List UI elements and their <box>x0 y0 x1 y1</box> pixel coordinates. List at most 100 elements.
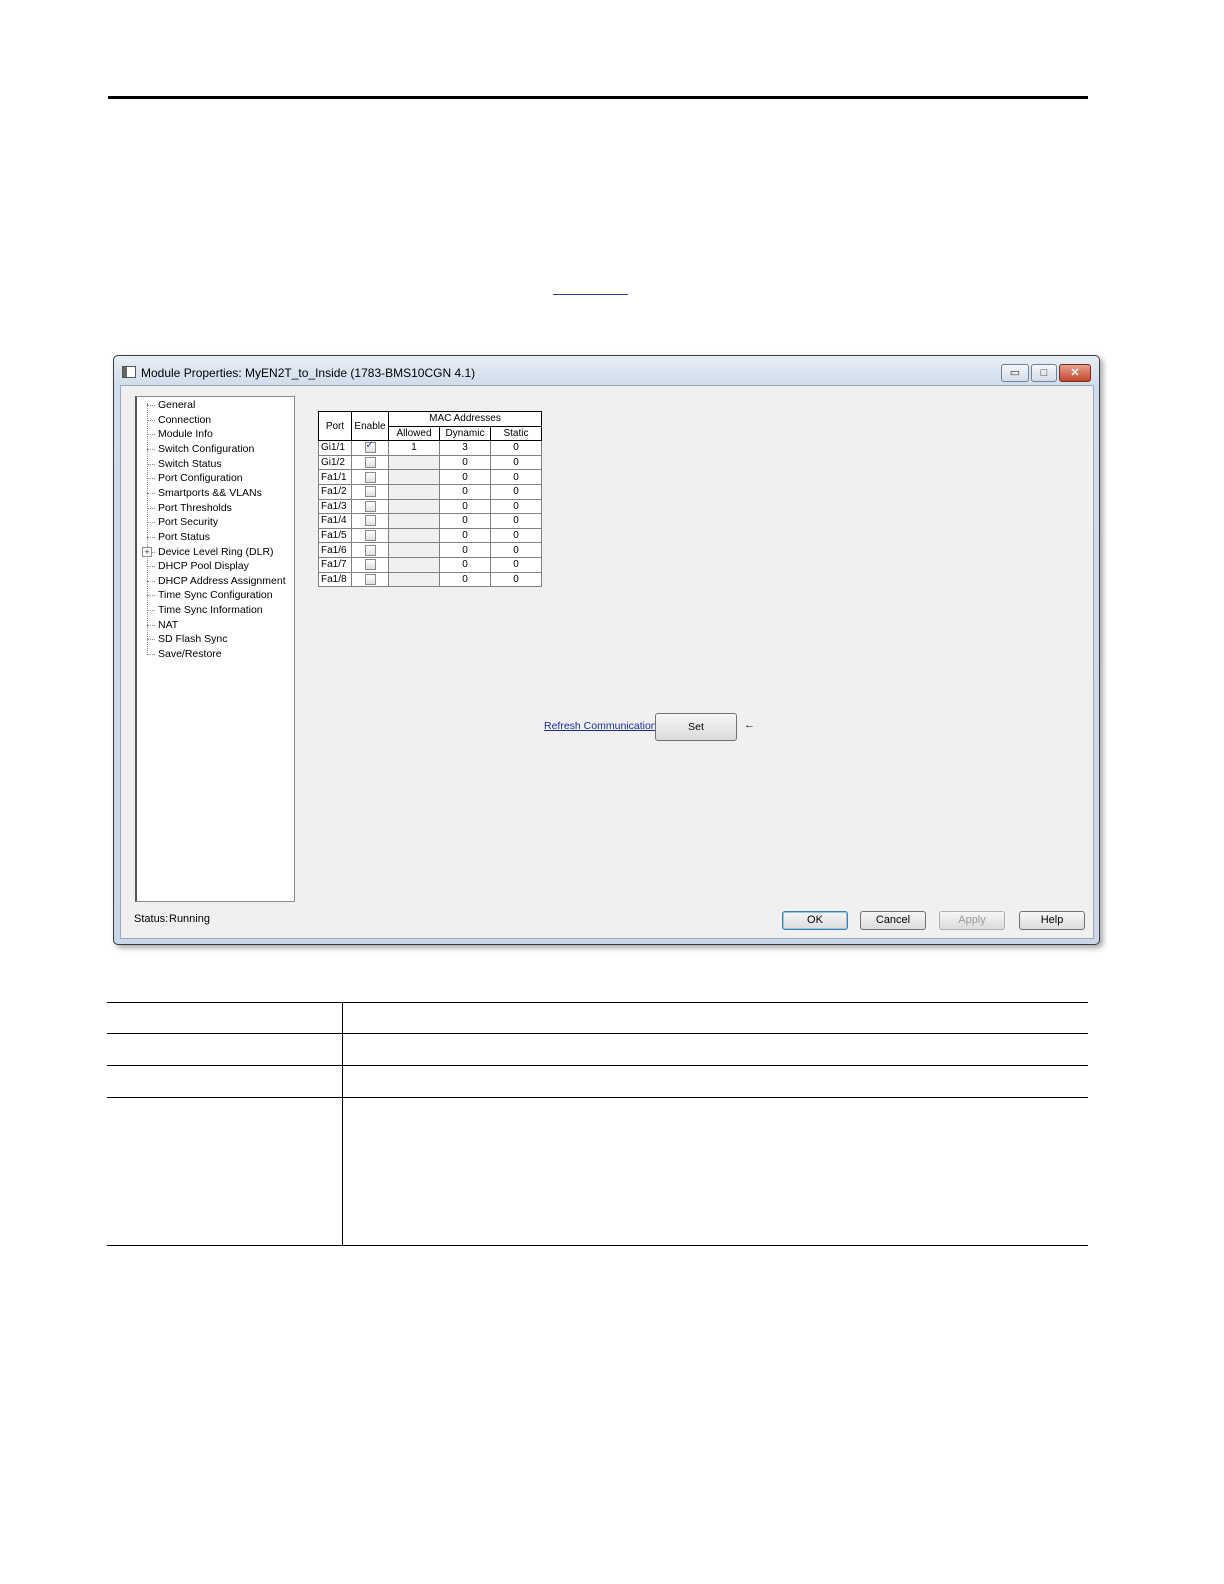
tree-item-label: SD Flash Sync <box>158 633 228 646</box>
cancel-button[interactable]: Cancel <box>860 911 926 930</box>
dynamic-cell: 0 <box>439 542 491 558</box>
allowed-cell[interactable] <box>388 498 440 515</box>
enable-checkbox[interactable] <box>364 573 376 585</box>
static-cell: 0 <box>490 483 542 500</box>
port-cell: Fa1/8 <box>318 571 352 588</box>
static-cell: 0 <box>490 556 542 573</box>
tree-connector <box>147 419 155 421</box>
close-button[interactable]: ✕ <box>1059 364 1091 382</box>
port-cell: Fa1/1 <box>318 469 352 485</box>
enable-cell <box>351 527 389 544</box>
enable-checkbox[interactable] <box>364 500 376 512</box>
enable-cell <box>351 556 389 573</box>
table-row: Gi1/2 0 0 <box>318 454 542 471</box>
table-rule <box>107 1033 1088 1034</box>
enable-checkbox[interactable] <box>364 457 376 468</box>
table-row: Fa1/1 0 0 <box>318 469 542 485</box>
title-bar[interactable]: Module Properties: MyEN2T_to_Inside (178… <box>114 356 1099 386</box>
static-cell: 0 <box>490 454 542 471</box>
allowed-cell[interactable]: 1 <box>388 440 440 456</box>
tree-item-label: Module Info <box>158 428 213 441</box>
allowed-cell[interactable] <box>388 556 440 573</box>
enable-cell <box>351 571 389 588</box>
tree-item[interactable]: + Device Level Ring (DLR) <box>137 545 292 559</box>
dynamic-cell: 3 <box>439 440 491 456</box>
table-row: Fa1/2 0 0 <box>318 483 542 500</box>
allowed-cell[interactable] <box>388 454 440 471</box>
table-rule <box>107 1097 1088 1098</box>
refresh-communication-link[interactable]: Refresh Communication <box>544 720 657 732</box>
allowed-cell[interactable] <box>388 571 440 588</box>
tree-connector <box>147 580 155 582</box>
port-security-table: Port Enable MAC Addresses Allowed Dynami… <box>318 410 542 588</box>
minimize-button[interactable]: ▭ <box>1001 364 1029 382</box>
port-cell: Fa1/7 <box>318 556 352 573</box>
tree-connector <box>147 478 155 480</box>
enable-checkbox[interactable] <box>364 486 376 498</box>
dynamic-column-header: Dynamic <box>439 425 491 442</box>
port-cell: Gi1/1 <box>318 440 352 456</box>
tree-item[interactable]: Connection <box>137 413 292 427</box>
tree-item-label: DHCP Address Assignment <box>158 574 286 587</box>
dynamic-cell: 0 <box>439 571 491 588</box>
help-button[interactable]: Help <box>1019 911 1085 930</box>
tree-item[interactable]: Switch Configuration <box>137 442 292 456</box>
status-value: Running <box>169 913 210 925</box>
allowed-cell[interactable] <box>388 542 440 558</box>
tree-item[interactable]: Port Configuration <box>137 471 292 485</box>
tree-item-label: Connection <box>158 413 212 426</box>
module-properties-window: Module Properties: MyEN2T_to_Inside (178… <box>113 355 1100 945</box>
tree-item[interactable]: NAT <box>137 618 292 632</box>
table-rule-top <box>107 1002 1088 1003</box>
tree-item[interactable]: Time Sync Configuration <box>137 588 292 602</box>
tree-item[interactable]: General <box>137 398 292 412</box>
ok-button[interactable]: OK <box>782 911 848 930</box>
tree-item[interactable]: Port Thresholds <box>137 501 292 515</box>
tree-item[interactable]: Smartports && VLANs <box>137 486 292 500</box>
enable-checkbox[interactable] <box>364 544 376 556</box>
enable-checkbox[interactable] <box>364 529 376 541</box>
static-cell: 0 <box>490 469 542 485</box>
set-button[interactable]: Set <box>655 713 737 741</box>
enable-checkbox[interactable] <box>364 559 376 571</box>
dynamic-cell: 0 <box>439 454 491 471</box>
tree-item[interactable]: Save/Restore <box>137 647 292 661</box>
tree-item-label: Port Security <box>158 516 219 529</box>
enable-checkbox[interactable] <box>364 440 376 454</box>
enable-checkbox[interactable] <box>364 515 376 527</box>
enable-cell <box>351 440 389 456</box>
maximize-button[interactable]: □ <box>1031 364 1057 382</box>
tree-item-label: NAT <box>158 618 179 631</box>
enable-checkbox[interactable] <box>364 471 376 483</box>
tree-item[interactable]: Port Status <box>137 530 292 544</box>
tree-item-label: Time Sync Information <box>158 604 263 617</box>
tree-item[interactable]: Module Info <box>137 427 292 441</box>
allowed-cell[interactable] <box>388 527 440 544</box>
enable-cell <box>351 483 389 500</box>
tree-item-label: Time Sync Configuration <box>158 589 273 602</box>
port-cell: Fa1/2 <box>318 483 352 500</box>
port-column-header: Port <box>318 410 352 442</box>
allowed-cell[interactable] <box>388 513 440 529</box>
table-row: Fa1/7 0 0 <box>318 556 542 573</box>
tree-item[interactable]: Switch Status <box>137 457 292 471</box>
allowed-cell[interactable] <box>388 469 440 485</box>
tree-item-label: General <box>158 399 196 411</box>
apply-button[interactable]: Apply <box>939 911 1005 930</box>
tree-connector <box>147 654 155 656</box>
tree-item[interactable]: DHCP Pool Display <box>137 559 292 573</box>
expand-plus-icon[interactable]: + <box>142 546 152 557</box>
tree-connector <box>147 624 155 626</box>
allowed-cell[interactable] <box>388 483 440 500</box>
tree-item[interactable]: Time Sync Information <box>137 603 292 617</box>
page-top-rule <box>108 96 1088 99</box>
table-column-divider <box>342 1002 343 1246</box>
tree-item[interactable]: Port Security <box>137 515 292 529</box>
tree-item-label: Device Level Ring (DLR) <box>158 545 274 558</box>
dynamic-cell: 0 <box>439 527 491 544</box>
static-cell: 0 <box>490 440 542 456</box>
tree-item[interactable]: SD Flash Sync <box>137 632 292 646</box>
tree-item[interactable]: DHCP Address Assignment <box>137 574 292 588</box>
status-label: Status: <box>134 913 169 925</box>
page-link-underline[interactable] <box>553 294 628 295</box>
